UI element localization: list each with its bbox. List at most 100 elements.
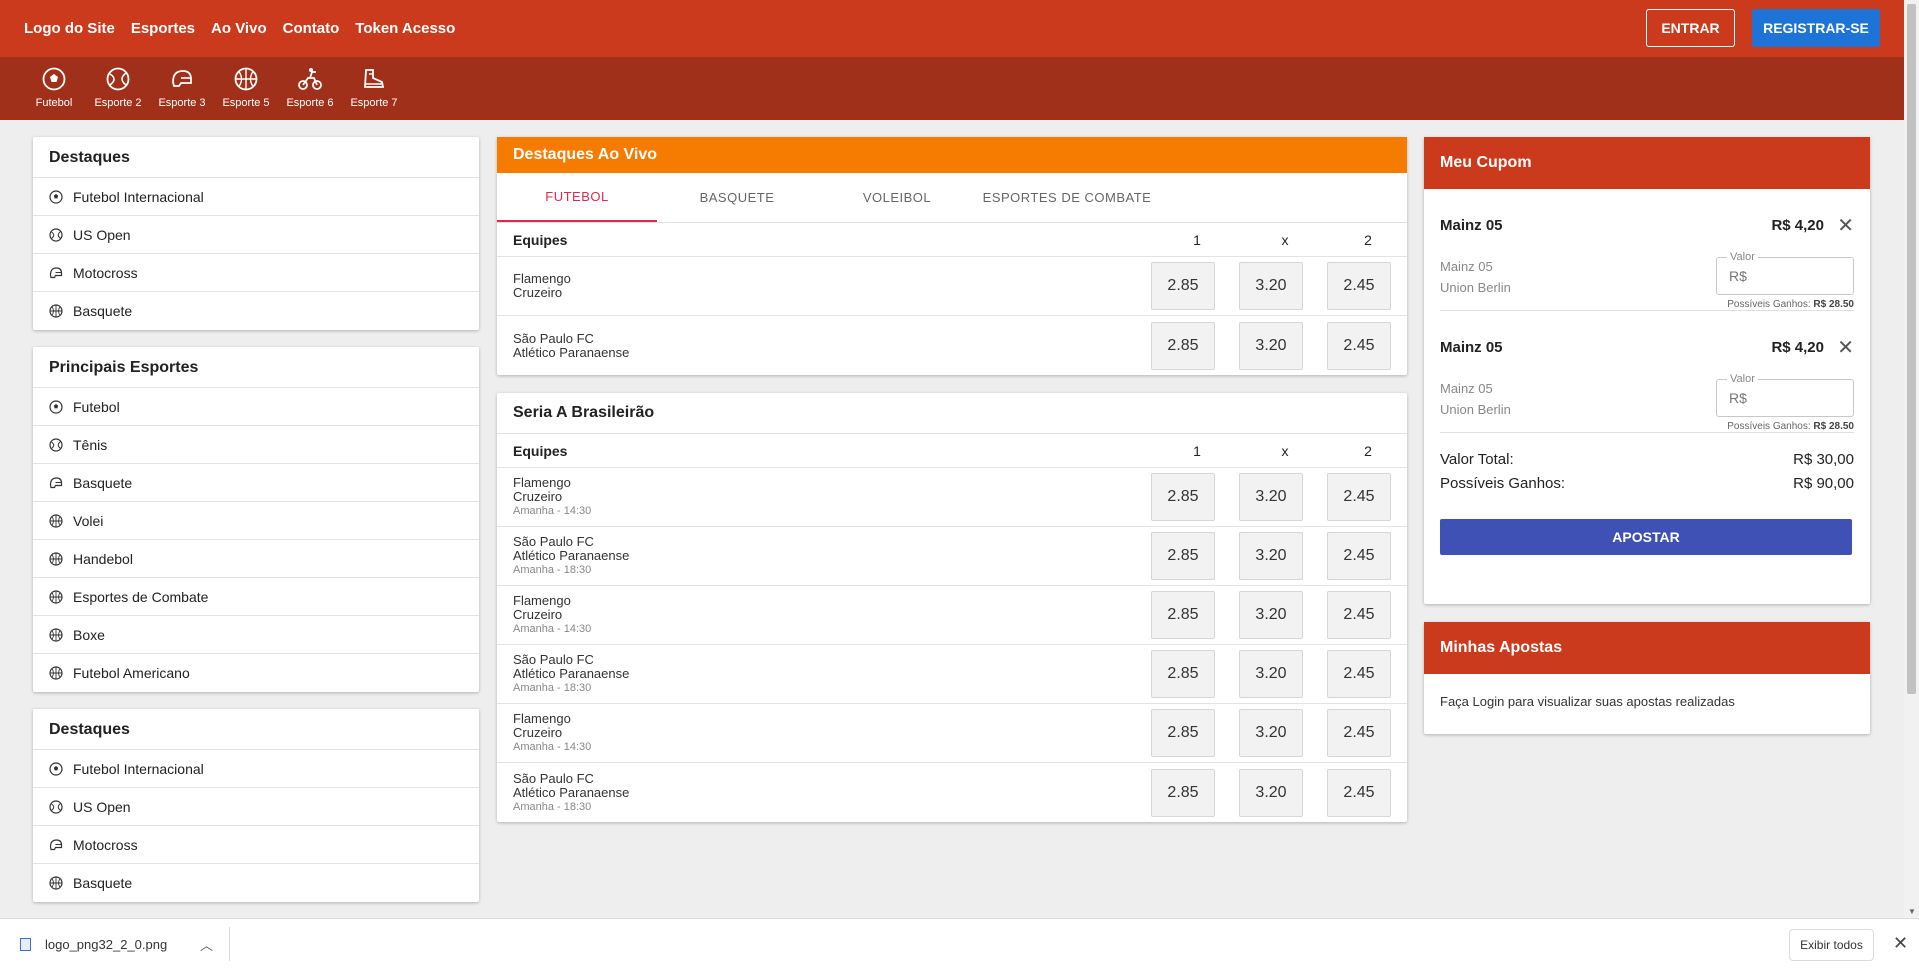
show-all-downloads-button[interactable]: Exibir todos [1789,929,1874,961]
scrollbar-thumb[interactable] [1907,4,1916,694]
away-team: Cruzeiro [513,489,563,504]
sport-item-esporte-3[interactable]: Esporte 3 [150,57,214,109]
odd-button-x[interactable]: 3.20 [1239,473,1303,521]
away-team: Atlético Paranaense [513,344,630,360]
tab-esportes-de-combate[interactable]: ESPORTES DE COMBATE [977,173,1157,222]
nav-link-ao-vivo[interactable]: Ao Vivo [211,20,267,37]
basketball-icon [49,666,63,680]
sport-item-esporte-2[interactable]: Esporte 2 [86,57,150,109]
match-teams: Flamengo Cruzeiro Amanha - 14:30 [497,712,1151,754]
odd-button-2[interactable]: 2.45 [1327,709,1391,757]
sidebar-item-label: Esportes de Combate [73,588,209,605]
odd-button-2[interactable]: 2.45 [1327,532,1391,580]
match-time: Amanha - 14:30 [513,505,592,517]
sidebar-item-label: Futebol Internacional [73,760,204,777]
odd-button-1[interactable]: 2.85 [1151,321,1215,370]
match-time: Amanha - 14:30 [513,741,592,753]
sidebar-item-basquete[interactable]: Basquete [33,864,479,902]
sidebar-item-futebol[interactable]: Futebol [33,388,479,426]
column-header-1: 1 [1193,442,1201,459]
table-row: Flamengo Cruzeiro Amanha - 14:30 2.85 3.… [497,704,1407,763]
sidebar-item-esportes-de-combate[interactable]: Esportes de Combate [33,578,479,616]
page-scrollbar[interactable]: ▼ [1904,0,1919,918]
sidebar-item-futebol-internacional[interactable]: Futebol Internacional [33,750,479,788]
sidebar-item-futebol-internacional[interactable]: Futebol Internacional [33,178,479,216]
odd-button-x[interactable]: 3.20 [1239,591,1303,639]
helmet-icon [49,838,63,850]
odd-button-1[interactable]: 2.85 [1151,532,1215,580]
odd-button-2[interactable]: 2.45 [1327,321,1391,370]
table-row: São Paulo FC Atlético Paranaense Amanha … [497,527,1407,586]
odd-button-x[interactable]: 3.20 [1239,321,1303,370]
nav-link-esportes[interactable]: Esportes [131,20,195,37]
sidebar-item-handebol[interactable]: Handebol [33,540,479,578]
main-nav: Logo do Site Esportes Ao Vivo Contato To… [24,20,471,37]
odd-button-x[interactable]: 3.20 [1239,650,1303,698]
scroll-down-arrow-icon[interactable]: ▼ [1908,907,1916,916]
tab-voleibol[interactable]: VOLEIBOL [817,173,977,222]
soccer-ball-icon [49,761,63,776]
nav-link-logo[interactable]: Logo do Site [24,20,115,37]
odd-button-1[interactable]: 2.85 [1151,768,1215,817]
sidebar-item-us-open[interactable]: US Open [33,788,479,826]
bet-value-field[interactable]: Valor [1716,251,1854,295]
bet-value-field[interactable]: Valor [1716,373,1854,417]
odd-button-x[interactable]: 3.20 [1239,532,1303,580]
soccer-ball-icon [49,399,63,414]
basketball-icon [234,67,258,91]
odd-button-1[interactable]: 2.85 [1151,473,1215,521]
odd-button-2[interactable]: 2.45 [1327,591,1391,639]
total-value-row: Valor Total: R$ 30,00 [1440,451,1854,475]
column-header-teams: Equipes [513,442,568,459]
sport-item-label: Esporte 5 [222,97,270,109]
nav-link-token-acesso[interactable]: Token Acesso [355,20,455,37]
sidebar-item-motocross[interactable]: Motocross [33,254,479,292]
register-button[interactable]: REGISTRAR-SE [1752,9,1880,47]
top-navbar: Logo do Site Esportes Ao Vivo Contato To… [0,0,1904,57]
bet-possible-gain: Possíveis Ganhos: R$ 28.50 [1727,299,1854,310]
download-item[interactable]: logo_png32_2_0.png [20,937,167,952]
sidebar-item-label: Basquete [73,303,133,319]
close-icon[interactable]: ✕ [1893,933,1908,954]
nav-link-contato[interactable]: Contato [283,20,340,37]
match-teams: São Paulo FC Atlético Paranaense [497,331,1151,360]
login-button[interactable]: ENTRAR [1646,9,1735,47]
odd-button-1[interactable]: 2.85 [1151,591,1215,639]
sport-item-esporte-7[interactable]: Esporte 7 [342,57,406,109]
odd-button-2[interactable]: 2.45 [1327,473,1391,521]
sport-item-esporte-6[interactable]: Esporte 6 [278,57,342,109]
my-bets-panel: Minhas Apostas Faça Login para visualiza… [1424,622,1870,734]
sport-item-label: Esporte 7 [350,97,398,109]
odd-button-x[interactable]: 3.20 [1239,262,1303,310]
odd-button-x[interactable]: 3.20 [1239,768,1303,817]
sidebar-item-boxe[interactable]: Boxe [33,616,479,654]
place-bet-button[interactable]: APOSTAR [1440,519,1852,555]
basketball-icon [49,551,63,566]
sport-item-esporte-5[interactable]: Esporte 5 [214,57,278,109]
chevron-up-icon[interactable]: ︿ [200,935,213,954]
basketball-icon [49,627,63,642]
column-header-x: x [1281,231,1289,248]
odd-button-1[interactable]: 2.85 [1151,709,1215,757]
odd-button-x[interactable]: 3.20 [1239,709,1303,757]
odd-button-1[interactable]: 2.85 [1151,650,1215,698]
sidebar-item-volei[interactable]: Volei [33,502,479,540]
odd-button-2[interactable]: 2.45 [1327,768,1391,817]
bet-value-input[interactable] [1729,390,1839,406]
bet-value-input[interactable] [1729,268,1839,284]
odd-button-2[interactable]: 2.45 [1327,650,1391,698]
sidebar-item-basquete[interactable]: Basquete [33,464,479,502]
sidebar-item-basquete[interactable]: Basquete [33,292,479,330]
sidebar-item-tenis[interactable]: Tênis [33,426,479,464]
sidebar-item-us-open[interactable]: US Open [33,216,479,254]
sidebar-item-futebol-americano[interactable]: Futebol Americano [33,654,479,692]
remove-bet-close-icon[interactable]: ✕ [1837,213,1854,238]
tab-futebol[interactable]: FUTEBOL [497,173,657,222]
odd-button-2[interactable]: 2.45 [1327,262,1391,310]
tab-basquete[interactable]: BASQUETE [657,173,817,222]
remove-bet-close-icon[interactable]: ✕ [1837,335,1854,360]
odd-button-1[interactable]: 2.85 [1151,262,1215,310]
sidebar-item-label: Futebol Internacional [73,188,204,205]
sidebar-item-motocross[interactable]: Motocross [33,826,479,864]
sport-item-futebol[interactable]: Futebol [22,57,86,109]
